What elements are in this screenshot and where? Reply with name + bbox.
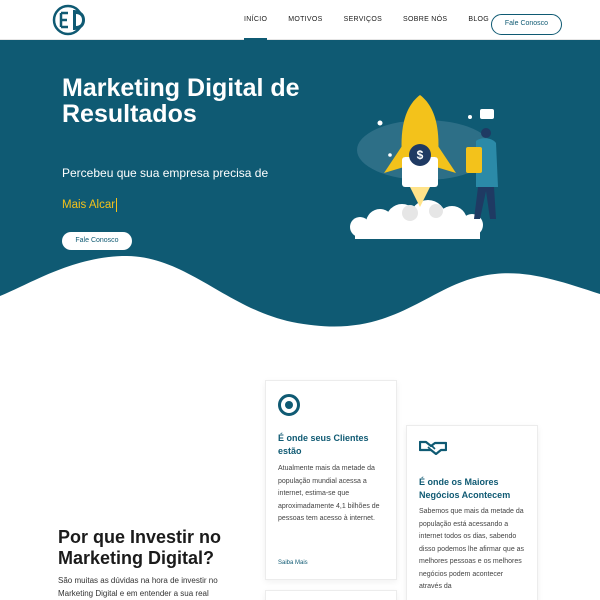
handshake-icon [419,440,447,455]
hero-title: Marketing Digital de Resultados [62,74,300,128]
site-header: INÍCIO MOTIVOS SERVIÇOS SOBRE NÓS BLOG F… [0,0,600,40]
main-nav: INÍCIO MOTIVOS SERVIÇOS SOBRE NÓS BLOG [232,0,510,40]
nav-item-inicio[interactable]: INÍCIO [244,0,268,40]
section-text: São muitas as dúvidas na hora de investi… [58,576,218,598]
header-contact-button[interactable]: Fale Conosco [491,14,562,35]
card-negocios: É onde os Maiores Negócios Acontecem Sab… [406,425,538,600]
nav-item-sobre-nos[interactable]: SOBRE NÓS [403,0,447,40]
card-text: Atualmente mais da metade da população m… [278,465,380,522]
target-icon [278,394,300,416]
card-clientes: É onde seus Clientes estão Atualmente ma… [265,380,397,580]
nav-item-blog[interactable]: BLOG [468,0,489,40]
card-text: Sabemos que mais da metade da população … [419,508,525,590]
svg-text:$: $ [417,148,424,162]
section-title: Por que Investir no Marketing Digital? [58,527,222,568]
hero-section: Marketing Digital de Resultados Percebeu… [0,40,600,330]
nav-item-servicos[interactable]: SERVIÇOS [344,0,382,40]
card-read-more-link[interactable]: Saiba Mais [278,560,308,566]
card-title: É onde os Maiores Negócios Acontecem [419,477,511,500]
card-partial [265,590,397,600]
nav-item-motivos[interactable]: MOTIVOS [288,0,322,40]
hero-contact-button[interactable]: Fale Conosco [62,232,132,250]
hero-subtitle: Percebeu que sua empresa precisa de [62,166,269,180]
company-logo[interactable] [52,4,90,36]
hero-rotating-text: Mais Alcar [62,198,118,212]
card-title: É onde seus Clientes estão [278,433,369,456]
rocket-illustration: $ [350,95,498,239]
